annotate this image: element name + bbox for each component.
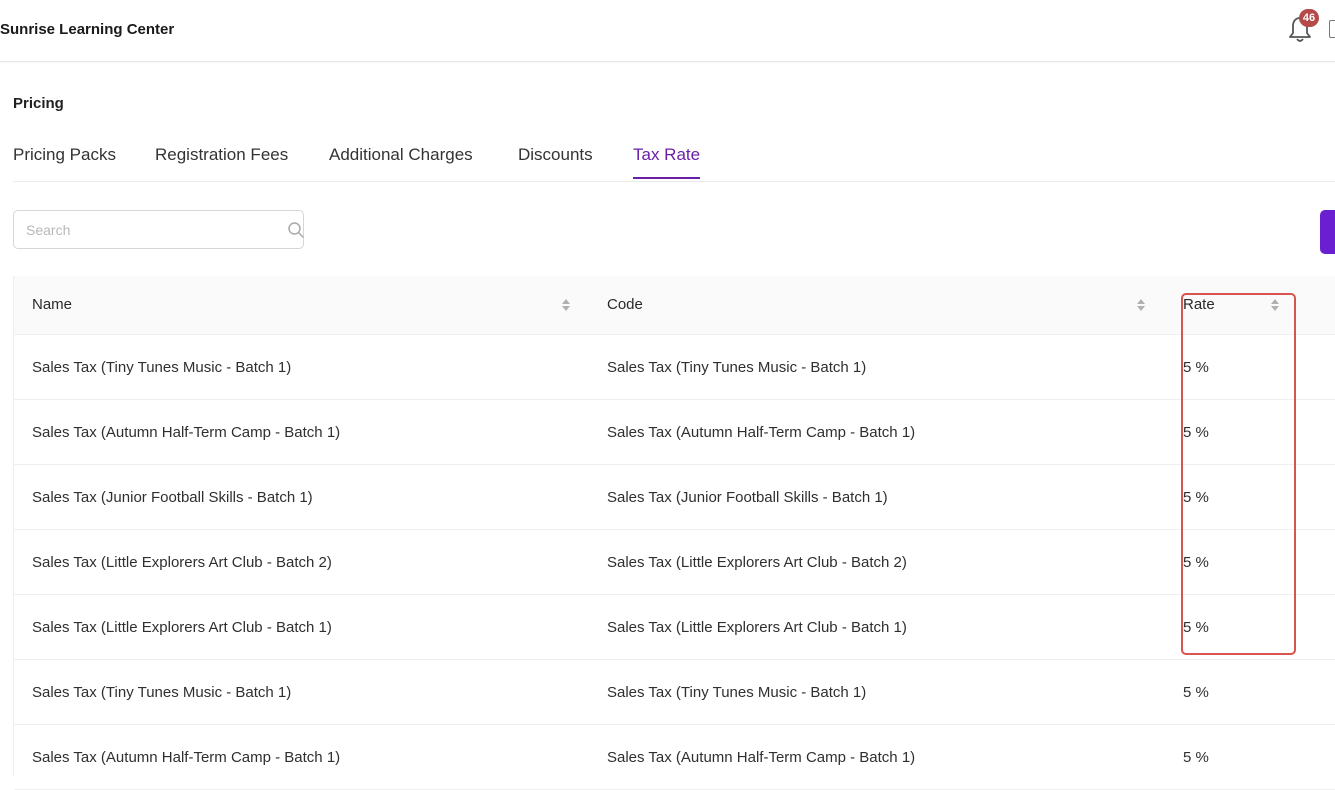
sort-icon[interactable] xyxy=(561,298,571,312)
cell-name: Sales Tax (Little Explorers Art Club - B… xyxy=(32,554,332,571)
table-row[interactable]: Sales Tax (Autumn Half-Term Camp - Batch… xyxy=(14,725,1335,790)
cell-code: Sales Tax (Junior Football Skills - Batc… xyxy=(607,489,888,506)
pricing-tabs: Pricing Packs Registration Fees Addition… xyxy=(13,130,1335,182)
table-row[interactable]: Sales Tax (Autumn Half-Term Camp - Batch… xyxy=(14,400,1335,465)
tab-tax-rate[interactable]: Tax Rate xyxy=(633,145,701,179)
cell-rate: 5 % xyxy=(1183,684,1209,701)
top-bar: Sunrise Learning Center 46 xyxy=(0,0,1335,62)
search-input[interactable] xyxy=(26,220,266,240)
column-header-code[interactable]: Code xyxy=(607,296,643,313)
cell-rate: 5 % xyxy=(1183,749,1209,766)
column-header-rate[interactable]: Rate xyxy=(1183,296,1215,313)
table-row[interactable]: Sales Tax (Tiny Tunes Music - Batch 1) S… xyxy=(14,660,1335,725)
notification-badge: 46 xyxy=(1299,9,1319,27)
cell-name: Sales Tax (Little Explorers Art Club - B… xyxy=(32,619,332,636)
cell-rate: 5 % xyxy=(1183,424,1209,441)
column-header-name[interactable]: Name xyxy=(32,296,72,313)
tax-rate-table: Name Code Rate Sales Tax (Tiny Tunes Mus… xyxy=(13,276,1335,790)
calendar-icon[interactable] xyxy=(1329,20,1335,38)
tab-additional-charges[interactable]: Additional Charges xyxy=(329,145,473,177)
sort-icon[interactable] xyxy=(1270,298,1280,312)
cell-code: Sales Tax (Little Explorers Art Club - B… xyxy=(607,554,907,571)
cell-code: Sales Tax (Tiny Tunes Music - Batch 1) xyxy=(607,359,867,376)
table-row[interactable]: Sales Tax (Little Explorers Art Club - B… xyxy=(14,595,1335,660)
search-icon[interactable] xyxy=(287,221,305,239)
table-header: Name Code Rate xyxy=(14,276,1335,335)
table-row[interactable]: Sales Tax (Little Explorers Art Club - B… xyxy=(14,530,1335,595)
table-row[interactable]: Sales Tax (Junior Football Skills - Batc… xyxy=(14,465,1335,530)
cell-name: Sales Tax (Autumn Half-Term Camp - Batch… xyxy=(32,749,341,766)
cell-rate: 5 % xyxy=(1183,359,1209,376)
cell-code: Sales Tax (Autumn Half-Term Camp - Batch… xyxy=(607,424,916,441)
add-tax-rate-button[interactable] xyxy=(1320,210,1335,254)
cell-rate: 5 % xyxy=(1183,554,1209,571)
cell-code: Sales Tax (Tiny Tunes Music - Batch 1) xyxy=(607,684,867,701)
cell-code: Sales Tax (Autumn Half-Term Camp - Batch… xyxy=(607,749,916,766)
tab-pricing-packs[interactable]: Pricing Packs xyxy=(13,145,116,177)
cell-code: Sales Tax (Little Explorers Art Club - B… xyxy=(607,619,907,636)
cell-name: Sales Tax (Autumn Half-Term Camp - Batch… xyxy=(32,424,341,441)
app-title: Sunrise Learning Center xyxy=(0,21,175,38)
cell-name: Sales Tax (Tiny Tunes Music - Batch 1) xyxy=(32,684,292,701)
search-box xyxy=(13,210,304,249)
tab-discounts[interactable]: Discounts xyxy=(518,145,593,177)
page-title: Pricing xyxy=(13,95,64,112)
tab-registration-fees[interactable]: Registration Fees xyxy=(155,145,288,177)
sort-icon[interactable] xyxy=(1136,298,1146,312)
cell-rate: 5 % xyxy=(1183,619,1209,636)
cell-name: Sales Tax (Tiny Tunes Music - Batch 1) xyxy=(32,359,292,376)
cell-rate: 5 % xyxy=(1183,489,1209,506)
cell-name: Sales Tax (Junior Football Skills - Batc… xyxy=(32,489,313,506)
table-row[interactable]: Sales Tax (Tiny Tunes Music - Batch 1) S… xyxy=(14,335,1335,400)
